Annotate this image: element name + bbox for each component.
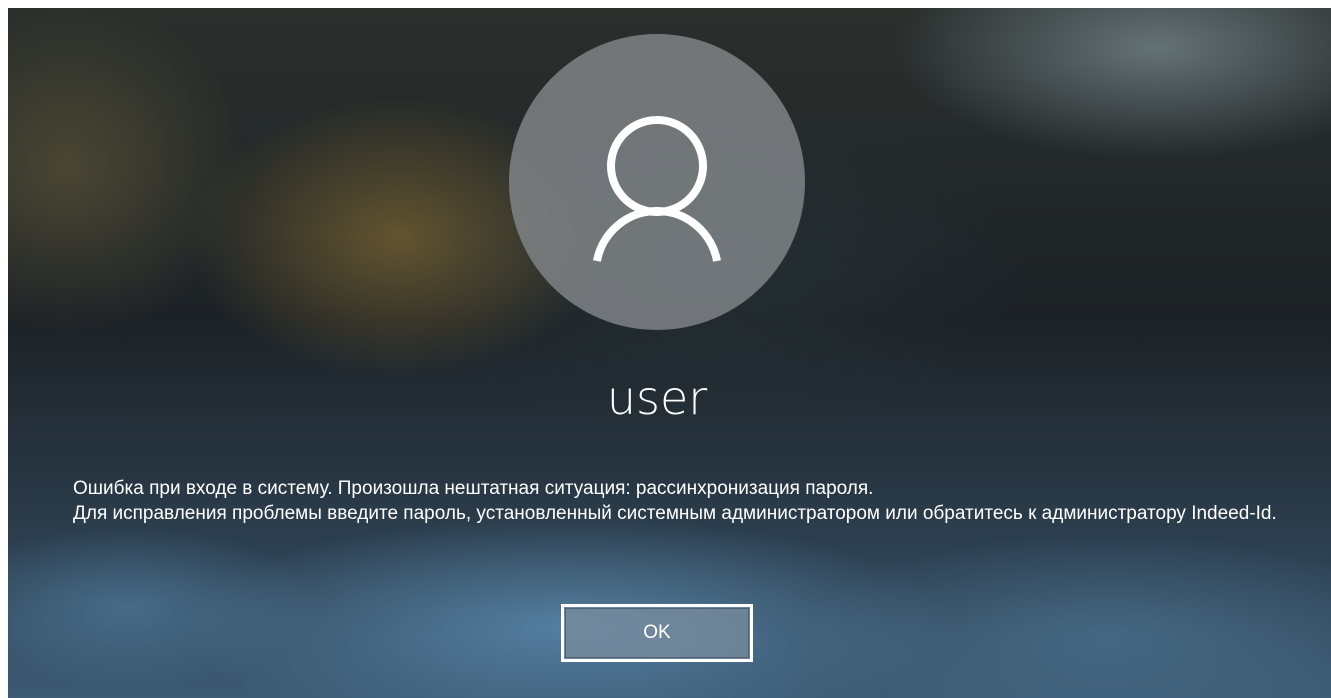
error-message-line-1: Ошибка при входе в систему. Произошла не… bbox=[73, 478, 874, 499]
username-label: user bbox=[606, 371, 708, 425]
error-message: Ошибка при входе в систему. Произошла не… bbox=[73, 477, 1313, 526]
ok-button-label: OK bbox=[643, 622, 671, 643]
user-silhouette-icon bbox=[593, 116, 721, 262]
error-message-line-2: Для исправления проблемы введите пароль,… bbox=[73, 502, 1277, 524]
ok-button[interactable]: OK bbox=[561, 604, 753, 662]
lock-screen: user Ошибка при входе в систему. Произош… bbox=[8, 8, 1331, 698]
user-avatar bbox=[509, 34, 805, 330]
